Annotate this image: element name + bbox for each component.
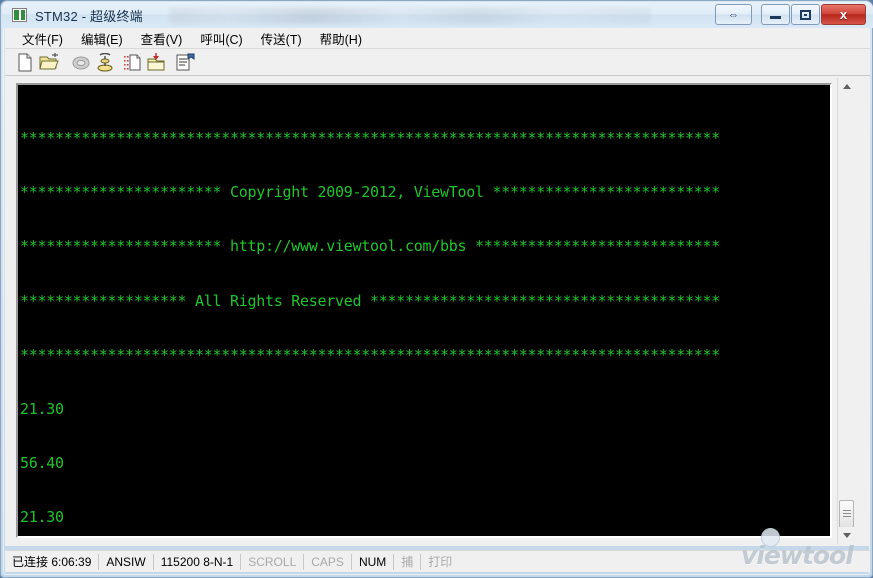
open-folder-icon[interactable] xyxy=(39,53,59,72)
properties-icon[interactable] xyxy=(175,53,195,72)
status-caps: CAPS xyxy=(304,553,352,570)
phone-dial-icon xyxy=(71,53,91,72)
scroll-down-icon[interactable] xyxy=(838,527,855,544)
hangup-icon[interactable] xyxy=(95,52,115,72)
main-window: STM32 - 超级终端 ⇔ x 文件(F) 编辑(E) 查看(V) 呼叫(C)… xyxy=(0,0,873,578)
terminal-line: 21.30 xyxy=(20,508,64,527)
window-title: STM32 - 超级终端 xyxy=(35,9,143,24)
resize-button[interactable]: ⇔ xyxy=(715,4,752,25)
menu-bar: 文件(F) 编辑(E) 查看(V) 呼叫(C) 传送(T) 帮助(H) xyxy=(5,28,870,49)
status-print: 打印 xyxy=(428,554,453,569)
terminal-line: *********************** http://www.viewt… xyxy=(20,237,721,256)
title-bar-reflection xyxy=(170,8,650,24)
scroll-thumb[interactable] xyxy=(839,500,854,528)
maximize-button[interactable] xyxy=(791,4,820,25)
terminal-icon xyxy=(12,8,27,22)
menu-help[interactable]: 帮助(H) xyxy=(311,27,371,50)
status-capture: 捕 xyxy=(394,553,422,570)
terminal-line: ******************* All Rights Reserved … xyxy=(20,291,721,310)
terminal-frame: ****************************************… xyxy=(16,83,832,538)
status-connected: 已连接 6:06:39 xyxy=(5,553,100,570)
terminal-client-area: ****************************************… xyxy=(5,76,870,546)
status-bar: 已连接 6:06:39 ANSIW 115200 8-N-1 SCROLL CA… xyxy=(5,550,870,572)
terminal-line: 56.40 xyxy=(20,453,64,472)
receive-file-icon[interactable] xyxy=(146,53,166,72)
minimize-icon xyxy=(762,5,789,24)
send-file-icon[interactable] xyxy=(123,53,143,72)
watermark-dot xyxy=(761,528,780,547)
close-icon: x xyxy=(839,7,848,22)
minimize-button[interactable] xyxy=(761,4,790,25)
menu-edit[interactable]: 编辑(E) xyxy=(72,27,132,50)
status-emulation: ANSIW xyxy=(99,553,154,570)
toolbar xyxy=(5,49,870,76)
menu-view[interactable]: 查看(V) xyxy=(132,27,192,50)
terminal-line: *********************** Copyright 2009-2… xyxy=(20,183,721,202)
scroll-thumb-grip xyxy=(843,510,851,519)
status-scroll: SCROLL xyxy=(241,553,305,570)
terminal-screen[interactable]: ****************************************… xyxy=(20,86,830,536)
new-connection-icon[interactable] xyxy=(15,53,35,72)
terminal-line: ****************************************… xyxy=(20,345,721,364)
title-bar[interactable]: STM32 - 超级终端 ⇔ x xyxy=(2,2,873,28)
status-serial-settings: 115200 8-N-1 xyxy=(154,553,242,570)
terminal-line: ****************************************… xyxy=(20,129,721,148)
close-button[interactable]: x xyxy=(821,4,866,25)
menu-call[interactable]: 呼叫(C) xyxy=(191,27,251,50)
terminal-scrollbar[interactable] xyxy=(837,78,855,544)
resize-arrows-icon: ⇔ xyxy=(728,8,739,21)
terminal-line: 21.30 xyxy=(20,399,64,418)
scroll-up-icon[interactable] xyxy=(838,78,855,95)
menu-transfer[interactable]: 传送(T) xyxy=(252,27,311,50)
maximize-icon xyxy=(792,5,819,24)
menu-file[interactable]: 文件(F) xyxy=(13,27,72,50)
status-num: NUM xyxy=(352,553,395,570)
